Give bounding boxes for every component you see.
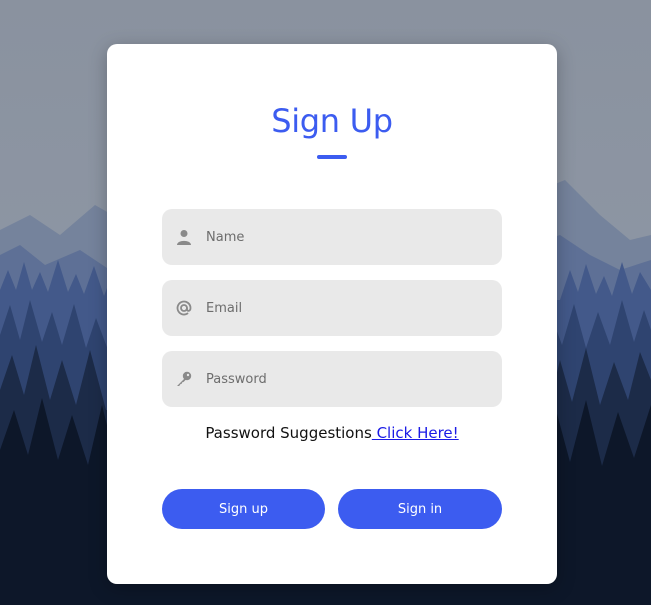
email-input[interactable]	[206, 280, 486, 336]
name-input[interactable]	[206, 209, 486, 265]
click-here-link[interactable]: Click Here!	[372, 424, 459, 442]
password-input[interactable]	[206, 351, 486, 407]
at-sign-icon	[162, 280, 206, 336]
key-icon	[162, 351, 206, 407]
email-field[interactable]	[162, 280, 502, 336]
signup-card: Sign Up Password Sugges	[107, 44, 557, 584]
password-field[interactable]	[162, 351, 502, 407]
title-underline	[317, 155, 347, 159]
password-suggestions: Password Suggestions Click Here!	[107, 424, 557, 442]
name-field[interactable]	[162, 209, 502, 265]
person-icon	[162, 209, 206, 265]
password-suggestions-label: Password Suggestions	[205, 424, 372, 442]
page-title: Sign Up	[271, 102, 393, 140]
signin-button[interactable]: Sign in	[338, 489, 502, 529]
signup-button[interactable]: Sign up	[162, 489, 325, 529]
